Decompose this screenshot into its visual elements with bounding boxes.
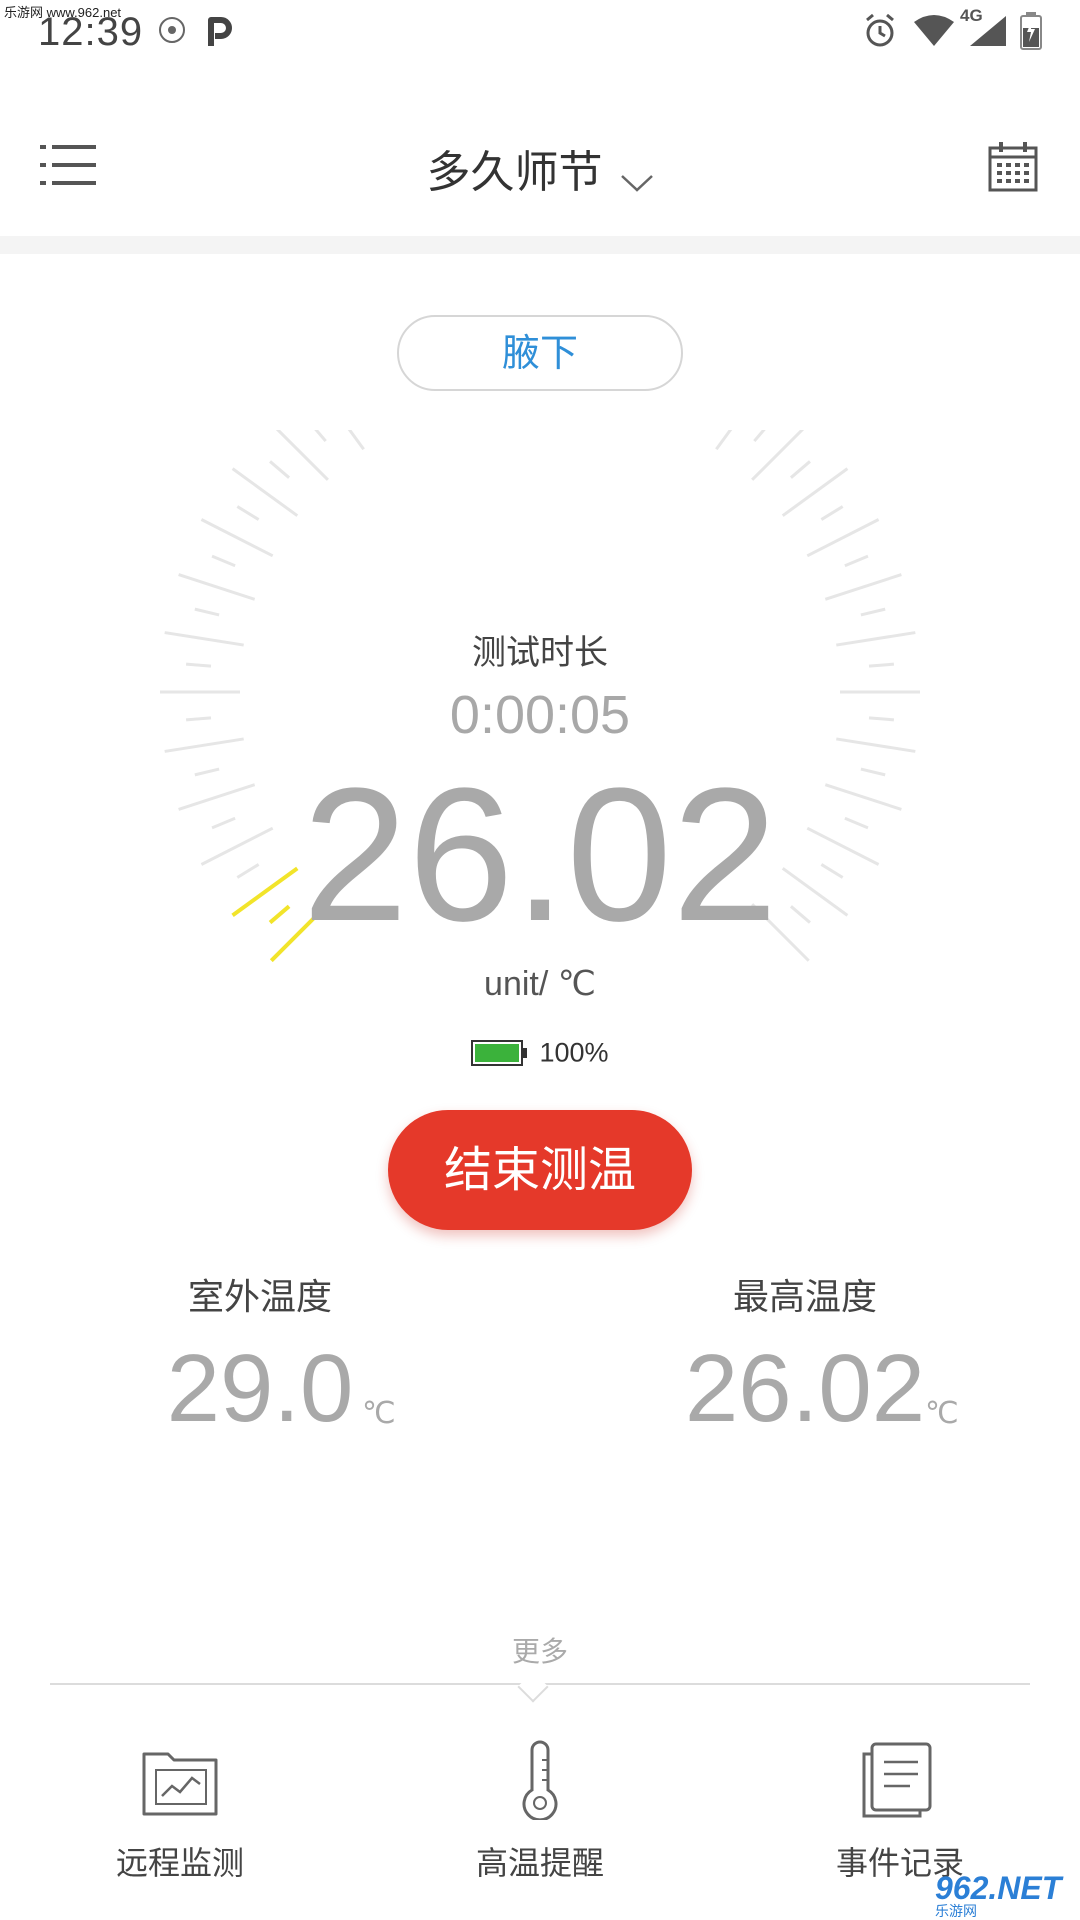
end-measurement-button[interactable]: 结束测温 [388,1110,692,1230]
wifi-icon [914,15,954,46]
alarm-icon [866,13,894,47]
battery-icon [471,1039,528,1066]
outdoor-temperature-value: 29.0 [166,1335,354,1442]
gauge-tick [178,573,256,601]
device-battery: 100% [0,1036,1080,1068]
tool-event-log[interactable]: 事件记录 [760,1740,1040,1884]
current-temperature: 26.02 [302,749,778,961]
max-temperature: 最高温度 26.02 ℃ [585,1268,1025,1444]
gauge-tick [806,518,880,558]
battery-percent: 100% [539,1037,609,1068]
header-divider [0,236,1080,254]
gauge-tick [820,505,844,521]
gauge-tick [751,430,805,481]
device-selector[interactable]: 多久师节 [0,136,1080,200]
gauge-tick [269,460,291,479]
max-temperature-unit: ℃ [925,1397,959,1430]
notification-app-icon [159,17,185,43]
gauge-tick [236,505,260,521]
status-bar: 乐游网 www.962.net 12:39 4G [0,0,1080,64]
gauge-tick [860,607,886,617]
tool-label: 远程监测 [115,1844,244,1882]
more-caret [517,1671,549,1703]
signal-icon [970,16,1006,46]
max-temperature-value: 26.02 [684,1335,926,1442]
app-bar: 多久师节 [0,64,1080,236]
gauge-tick [314,430,327,443]
page-title: 多久师节 [426,147,603,198]
p-app-icon [208,17,232,46]
chart-folder-icon [142,1752,218,1816]
gauge-tick [753,430,766,443]
outdoor-temperature-unit: ℃ [362,1397,396,1430]
calendar-icon[interactable] [988,140,1038,192]
more-label[interactable]: 更多 [0,1630,1080,1670]
thermometer-icon [522,1740,558,1820]
battery-status-icon [1020,12,1042,50]
gauge-tick [200,518,274,558]
gauge-tick [844,554,869,568]
tool-remote-monitor[interactable]: 远程监测 [40,1740,320,1884]
tool-label: 高温提醒 [475,1844,604,1882]
tool-high-temp-alert[interactable]: 高温提醒 [400,1740,680,1884]
corner-watermark: 962.NET 乐游网 [935,1870,1061,1920]
outdoor-temperature-label: 室外温度 [187,1277,332,1318]
gauge-tick [275,430,329,481]
status-time: 12:39 [38,10,144,54]
duration-label: 测试时长 [472,633,608,673]
gauge-tick [194,607,220,617]
max-temperature-label: 最高温度 [732,1277,877,1318]
measure-position-button[interactable]: 腋下 [397,315,683,391]
chevron-down-icon [620,174,653,192]
document-list-icon [862,1742,932,1818]
gauge-tick [211,554,236,568]
outdoor-temperature: 室外温度 29.0 ℃ [40,1268,480,1444]
gauge-tick [824,573,902,601]
duration-value: 0:00:05 [449,685,631,745]
temperature-unit: unit/ ℃ [484,965,596,1003]
gauge-tick [789,460,811,479]
